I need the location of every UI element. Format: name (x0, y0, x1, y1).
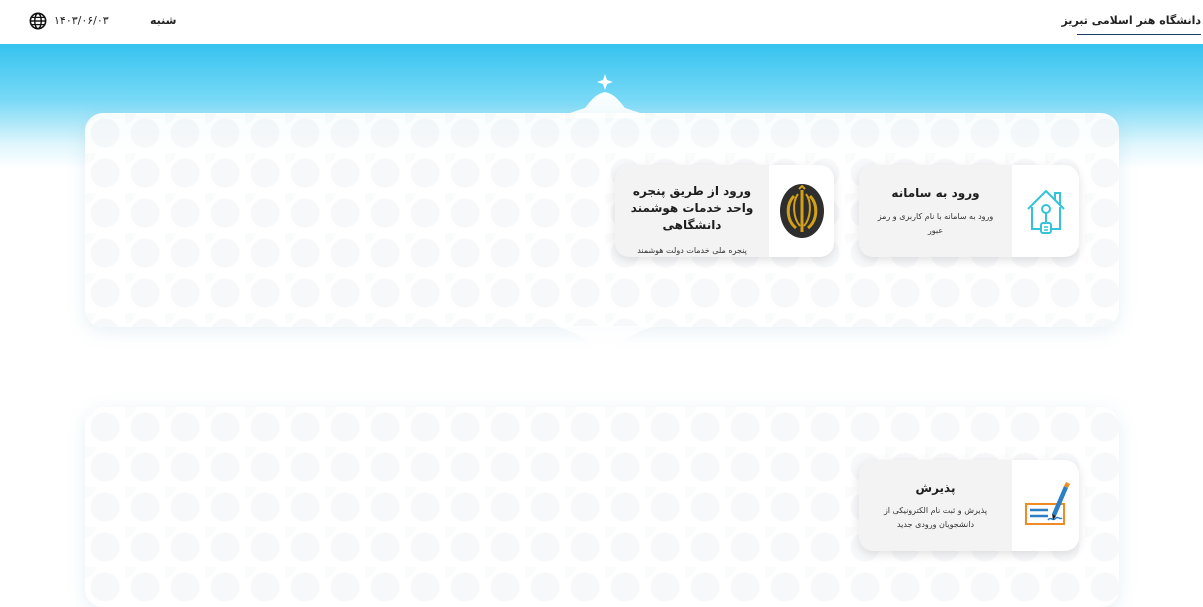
card-icon-area (1012, 165, 1079, 257)
card-body: پذیرش پذیرش و ثبت نام الکترونیکی از دانش… (859, 460, 1012, 551)
smart-window-card[interactable]: ورود از طریق پنجره واحد خدمات هوشمند دان… (615, 165, 834, 257)
card-description: پذیرش و ثبت نام الکترونیکی از دانشجویان … (883, 506, 988, 529)
card-title: ورود از طریق پنجره واحد خدمات هوشمند دان… (630, 184, 754, 232)
card-description: پنجره ملی خدمات دولت هوشمند (637, 246, 747, 255)
house-key-icon (1026, 190, 1065, 234)
card-body: ورود به سامانه ورود به سامانه با نام کار… (859, 165, 1012, 257)
admission-card[interactable]: پذیرش پذیرش و ثبت نام الکترونیکی از دانش… (859, 460, 1079, 551)
card-description: ورود به سامانه با نام کاربری و رمز عبور (877, 212, 994, 235)
globe-icon[interactable] (29, 12, 47, 30)
card-body: ورود از طریق پنجره واحد خدمات هوشمند دان… (615, 165, 769, 257)
ornament-middle (555, 326, 655, 408)
current-date: ۱۴۰۳/۰۶/۰۳ (54, 14, 109, 27)
card-title: ورود به سامانه (891, 186, 980, 200)
card-icon-area (769, 165, 834, 257)
top-bar: دانشگاه هنر اسلامی تبریز شنبه ۱۴۰۳/۰۶/۰۳ (0, 0, 1203, 44)
iran-emblem-icon (779, 184, 824, 238)
day-name: شنبه (150, 14, 177, 27)
form-pen-icon (1024, 481, 1070, 525)
university-name[interactable]: دانشگاه هنر اسلامی تبریز (1061, 14, 1201, 35)
card-title: پذیرش (915, 481, 956, 495)
login-card[interactable]: ورود به سامانه ورود به سامانه با نام کار… (859, 165, 1079, 257)
card-icon-area (1012, 460, 1079, 551)
